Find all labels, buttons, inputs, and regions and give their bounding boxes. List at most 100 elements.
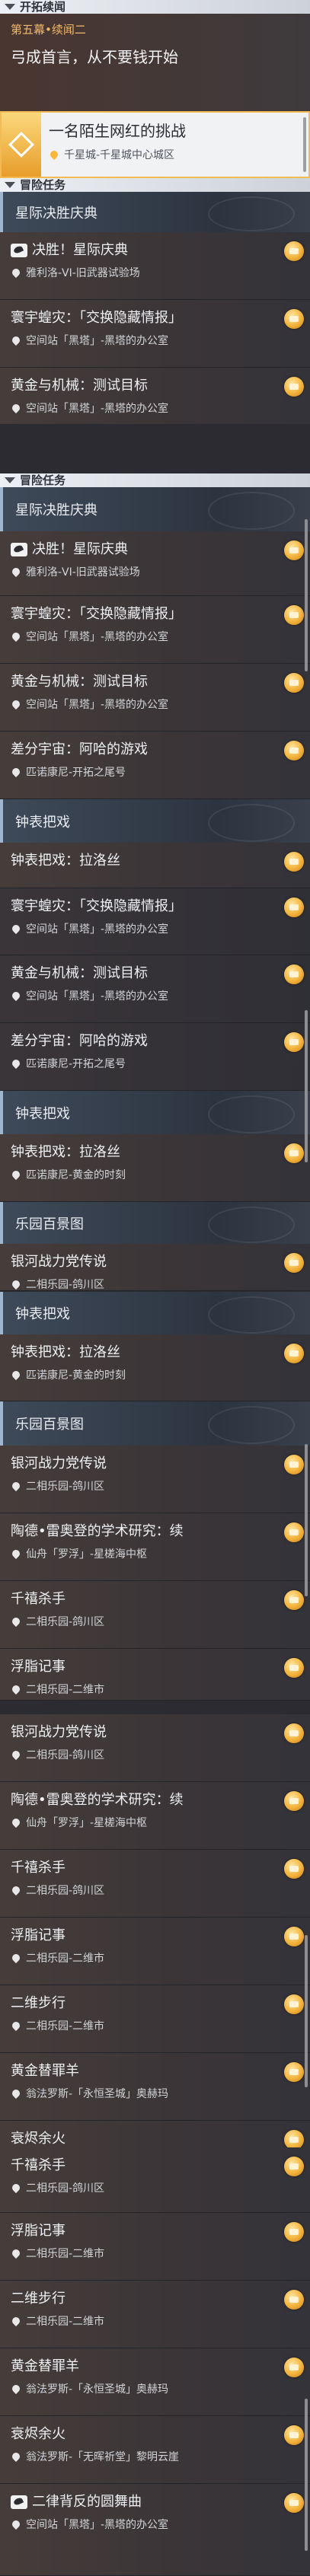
- quest-item[interactable]: 陶德•雷奥登的学术研究：续 仙舟「罗浮」-星槎海中枢: [0, 1513, 310, 1581]
- quest-item[interactable]: 千禧杀手 二相乐园-鸽川区: [0, 1850, 310, 1918]
- chapter-label: 第五幕•续闻二: [11, 23, 86, 37]
- quest-item[interactable]: 黄金替罪羊 翁法罗斯-「永恒圣城」奥赫玛: [0, 2053, 310, 2121]
- reward-badge-icon: [284, 2222, 304, 2242]
- quest-item[interactable]: 黄金与机械：测试目标 空间站「黑塔」-黑塔的办公室: [0, 368, 310, 424]
- quest-item[interactable]: 寰宇蝗灾：「交换隐藏情报」 空间站「黑塔」-黑塔的办公室: [0, 300, 310, 368]
- sword-icon: [11, 2495, 27, 2509]
- quest-title: 寰宇蝗灾：「交换隐藏情报」: [11, 606, 182, 622]
- scrollbar[interactable]: [305, 2399, 308, 2551]
- chapter-title: 弓成首言，从不要钱开始: [11, 48, 178, 66]
- reward-badge-icon: [284, 2425, 304, 2445]
- location-pin-icon: [10, 334, 22, 346]
- scrollbar[interactable]: [305, 1935, 308, 2087]
- group-header[interactable]: 乐园百景图: [0, 1401, 310, 1446]
- screenshot-strip-3: 寰宇蝗灾：「交换隐藏情报」 空间站「黑塔」-黑塔的办公室 黄金与机械：测试目标 …: [0, 888, 310, 1292]
- location-pin-icon: [10, 1278, 22, 1290]
- scrollbar[interactable]: [305, 1010, 308, 1162]
- reward-badge-icon: [284, 1791, 304, 1811]
- category-header-main[interactable]: 开拓续闻: [0, 0, 310, 14]
- reward-badge-icon: [284, 540, 304, 560]
- quest-title: 黄金替罪羊: [11, 2358, 79, 2374]
- location-pin-icon: [10, 2518, 22, 2530]
- quest-item[interactable]: 差分宇宙：阿哈的游戏 匹诺康尼-开拓之尾号: [0, 1023, 310, 1091]
- quest-item[interactable]: 钟表把戏：拉洛丝 匹诺康尼-黄金的时刻: [0, 1334, 310, 1401]
- reward-badge-icon: [284, 2157, 304, 2176]
- quest-item[interactable]: 浮脂记事 二相乐园-二维市: [0, 1649, 310, 1701]
- reward-badge-icon: [284, 1522, 304, 1542]
- category-header-adventure[interactable]: 冒险任务: [0, 473, 310, 487]
- location-pin-icon: [10, 1480, 22, 1492]
- scrollbar[interactable]: [305, 1444, 308, 1596]
- location-pin-icon: [10, 2315, 22, 2327]
- group-header[interactable]: 星际决胜庆典: [0, 487, 310, 531]
- quest-title: 黄金与机械：测试目标: [11, 674, 148, 690]
- quest-item[interactable]: 钟表把戏：拉洛丝 匹诺康尼-黄金的时刻: [0, 1134, 310, 1202]
- quest-item[interactable]: 浮脂记事 二相乐园-二维市: [0, 1918, 310, 1985]
- quest-title: 决胜！星际庆典: [32, 541, 128, 557]
- quest-item[interactable]: 差分宇宙：阿哈的游戏 匹诺康尼-开拓之尾号: [0, 732, 310, 799]
- reward-badge-icon: [284, 2062, 304, 2082]
- reward-badge-icon: [284, 1927, 304, 1946]
- quest-item[interactable]: 银河战力党传说 二相乐园-鸽川区: [0, 1714, 310, 1782]
- quest-title: 衰烬余火: [11, 2426, 66, 2442]
- group-header[interactable]: 钟表把戏: [0, 799, 310, 843]
- quest-item[interactable]: 衰烬余火: [0, 2121, 310, 2147]
- quest-title: 差分宇宙：阿哈的游戏: [11, 1033, 148, 1049]
- quest-title: 陶德•雷奥登的学术研究：续: [11, 1523, 184, 1539]
- category-header-adventure[interactable]: 冒险任务: [0, 178, 310, 192]
- quest-title: 陶德•雷奥登的学术研究：续: [11, 1792, 184, 1808]
- location-pin-icon: [10, 2087, 22, 2099]
- group-header[interactable]: 钟表把戏: [0, 1292, 310, 1334]
- group-header[interactable]: 钟表把戏: [0, 1091, 310, 1134]
- quest-item[interactable]: 决胜！星际庆典 雅利洛-VI-旧武器试验场: [0, 232, 310, 300]
- quest-item[interactable]: 黄金替罪羊 翁法罗斯-「永恒圣城」奥赫玛: [0, 2348, 310, 2416]
- reward-badge-icon: [284, 897, 304, 917]
- reward-badge-icon: [284, 1658, 304, 1678]
- quest-item[interactable]: 钟表把戏：拉洛丝: [0, 843, 310, 888]
- reward-badge-icon: [284, 964, 304, 984]
- quest-item[interactable]: 千禧杀手 二相乐园-鸽川区: [0, 1581, 310, 1649]
- active-main-quest[interactable]: 一名陌生网红的挑战 千星城-千星城中心城区: [0, 111, 310, 178]
- quest-item[interactable]: 浮脂记事 二相乐园-二维市: [0, 2213, 310, 2281]
- quest-item[interactable]: 决胜！星际庆典 雅利洛-VI-旧武器试验场: [0, 531, 310, 596]
- reward-badge-icon: [284, 1859, 304, 1879]
- reward-badge-icon: [284, 852, 304, 872]
- quest-item[interactable]: 黄金与机械：测试目标 空间站「黑塔」-黑塔的办公室: [0, 955, 310, 1023]
- screenshot-strip-1: 开拓续闻 第五幕•续闻二 弓成首言，从不要钱开始 一名陌生网红的挑战 千星城-千…: [0, 0, 310, 424]
- reward-badge-icon: [284, 1253, 304, 1273]
- quest-item[interactable]: 衰烬余火 翁法罗斯-「无晖祈堂」黎明云崖: [0, 2416, 310, 2484]
- sword-icon: [11, 244, 27, 257]
- quest-item[interactable]: 二维步行 二相乐园-二维市: [0, 1985, 310, 2053]
- reward-badge-icon: [284, 673, 304, 693]
- quest-item[interactable]: 陶德•雷奥登的学术研究：续 仙舟「罗浮」-星槎海中枢: [0, 1782, 310, 1850]
- quest-item[interactable]: 寰宇蝗灾：「交换隐藏情报」 空间站「黑塔」-黑塔的办公室: [0, 888, 310, 955]
- location-pin-icon: [10, 766, 22, 778]
- quest-item[interactable]: 黄金与机械：测试目标 空间站「黑塔」-黑塔的办公室: [0, 664, 310, 732]
- main-quest-chapter-card[interactable]: 第五幕•续闻二 弓成首言，从不要钱开始: [0, 14, 310, 111]
- quest-title: 寰宇蝗灾：「交换隐藏情报」: [11, 898, 182, 914]
- quest-title: 一名陌生网红的挑战: [49, 122, 186, 140]
- quest-title: 决胜！星际庆典: [32, 242, 128, 258]
- group-header[interactable]: 乐园百景图: [0, 1202, 310, 1244]
- location-pin-icon: [10, 1615, 22, 1628]
- group-header[interactable]: 星际决胜庆典: [0, 192, 310, 232]
- quest-item[interactable]: 二维步行 二相乐园-二维市: [0, 2281, 310, 2348]
- reward-badge-icon: [284, 1994, 304, 2014]
- reward-badge-icon: [284, 2493, 304, 2513]
- collapse-triangle-icon: [5, 182, 15, 188]
- screenshot-strip-2: 冒险任务 星际决胜庆典 决胜！星际庆典 雅利洛-VI-旧武器试验场 寰宇蝗灾：「…: [0, 473, 310, 888]
- quest-item[interactable]: 千禧杀手 二相乐园-鸽川区: [0, 2147, 310, 2213]
- location-pin-icon: [10, 1952, 22, 1964]
- quest-item[interactable]: 二律背反的圆舞曲 空间站「黑塔」-黑塔的办公室: [0, 2484, 310, 2576]
- quest-title: 千禧杀手: [11, 1591, 66, 1607]
- location-pin-icon: [10, 1884, 22, 1896]
- quest-title: 衰烬余火: [11, 2131, 66, 2147]
- quest-item[interactable]: 银河战力党传说 二相乐园-鸽川区: [0, 1244, 310, 1291]
- reward-badge-icon: [284, 605, 304, 625]
- scrollbar[interactable]: [303, 117, 306, 172]
- reward-badge-icon: [284, 741, 304, 760]
- scrollbar[interactable]: [305, 519, 308, 671]
- quest-item[interactable]: 寰宇蝗灾：「交换隐藏情报」 空间站「黑塔」-黑塔的办公室: [0, 596, 310, 664]
- quest-item[interactable]: 银河战力党传说 二相乐园-鸽川区: [0, 1446, 310, 1513]
- quest-title: 千禧杀手: [11, 2157, 66, 2173]
